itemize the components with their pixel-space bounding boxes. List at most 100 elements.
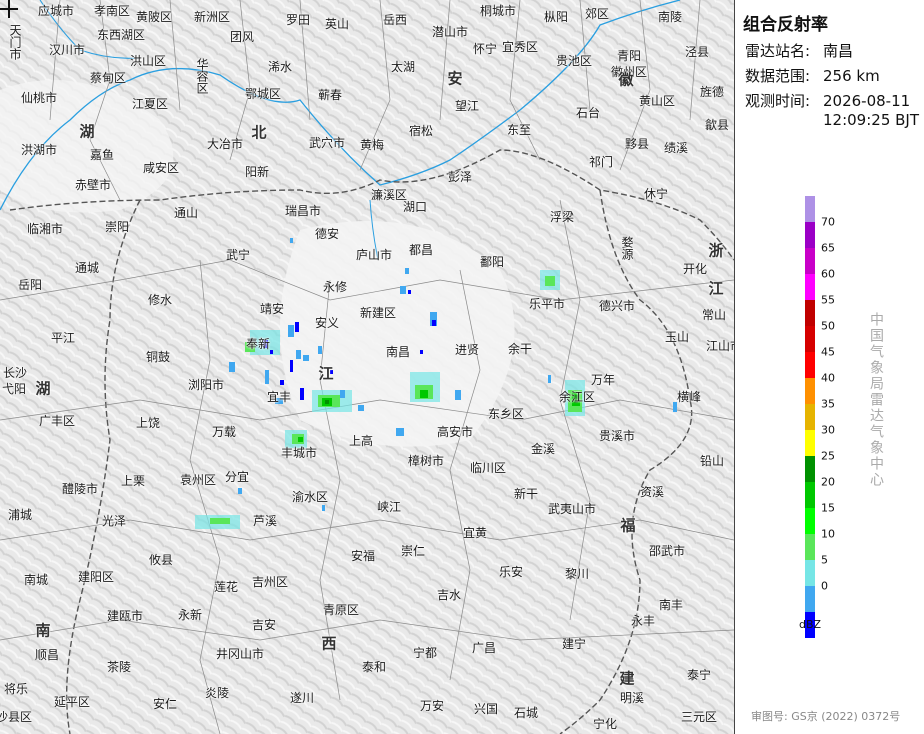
place-label: 宜秀区 <box>501 40 539 54</box>
color-scale-tick-label: 70 <box>821 215 835 229</box>
color-scale-tick-label: 60 <box>821 267 835 281</box>
place-label: 开化 <box>682 262 708 276</box>
place-label: 永新 <box>177 608 203 622</box>
color-scale-tick-label: 0 <box>821 579 828 593</box>
color-scale-unit: dBZ <box>799 618 822 631</box>
place-label: 莲花 <box>213 580 239 594</box>
color-scale-segment <box>805 326 815 352</box>
place-label: 乐平市 <box>528 297 566 311</box>
place-label: 永丰 <box>630 614 656 628</box>
place-label: 泰宁 <box>686 668 712 682</box>
color-scale-tick-label: 45 <box>821 345 835 359</box>
color-scale-tick-label: 55 <box>821 293 835 307</box>
place-label: 青阳 <box>616 49 642 63</box>
place-label: 宁都 <box>412 646 438 660</box>
place-label: 祁门 <box>588 155 614 169</box>
place-label: 通山 <box>173 206 199 220</box>
color-scale-segment <box>805 456 815 482</box>
place-label: 洪山区 <box>129 54 167 68</box>
radar-map[interactable]: 应城市 孝南区 黄陂区 新洲区 罗田 英山 岳西 潜山市 桐城市 枞阳 郊区 南陵 天门市 汉川市 东西湖区… <box>0 0 734 734</box>
place-label: 宁化 <box>592 717 618 731</box>
place-label: 赤壁市 <box>74 178 112 192</box>
place-label: 余干 <box>507 342 533 356</box>
agency-name: 中国气象局雷达气象中心 <box>868 312 884 488</box>
time-label: 观测时间: <box>745 92 811 110</box>
place-label: 应城市 <box>37 4 75 18</box>
place-label: 上高 <box>348 434 374 448</box>
place-label: 蔡甸区 <box>89 71 127 85</box>
color-scale-segment <box>805 222 815 248</box>
place-label: 大冶市 <box>206 137 244 151</box>
province-label: 西 <box>321 634 337 653</box>
color-scale-tick-label: 25 <box>821 449 835 463</box>
place-label: 安福 <box>350 549 376 563</box>
place-label: 东西湖区 <box>96 28 146 42</box>
place-label: 阳新 <box>244 165 270 179</box>
place-label: 铜鼓 <box>145 350 171 364</box>
place-label: 庐山市 <box>355 248 393 262</box>
place-label: 孝南区 <box>93 4 131 18</box>
color-scale-segment <box>805 248 815 274</box>
place-label: 太湖 <box>390 60 416 74</box>
place-label: 广丰区 <box>38 414 76 428</box>
place-label: 遂川 <box>289 691 315 705</box>
place-label: 休宁 <box>643 187 669 201</box>
place-label: 武宁 <box>225 248 251 262</box>
place-label: 安仁 <box>152 697 178 711</box>
place-label: 婺源 <box>620 236 634 260</box>
place-label: 歙县 <box>704 118 730 132</box>
range-label: 数据范围: <box>745 67 811 85</box>
place-label: 都昌 <box>408 243 434 257</box>
place-label: 旌德 <box>699 85 725 99</box>
place-label: 彭泽 <box>447 170 473 184</box>
place-label: 高安市 <box>436 425 474 439</box>
color-scale-tick-label: 5 <box>821 553 828 567</box>
place-label: 新洲区 <box>193 10 231 24</box>
place-label: 乐安 <box>498 565 524 579</box>
place-label: 咸安区 <box>142 161 180 175</box>
place-label: 广昌 <box>471 641 497 655</box>
color-scale-segment <box>805 300 815 326</box>
place-label: 奉新 <box>245 337 271 351</box>
station-value: 南昌 <box>823 42 854 60</box>
place-label: 浮梁 <box>549 210 575 224</box>
place-label: 延平区 <box>53 695 91 709</box>
place-label: 武穴市 <box>308 136 346 150</box>
place-label: 江山市 <box>705 339 734 353</box>
place-label: 崇仁 <box>400 544 426 558</box>
place-label: 金溪 <box>530 442 556 456</box>
place-label: 南城 <box>23 573 49 587</box>
place-label: 洪湖市 <box>20 143 58 157</box>
place-label: 黄山区 <box>638 94 676 108</box>
place-label: 鄂城区 <box>244 87 282 101</box>
province-label: 徽 <box>618 70 634 89</box>
place-label: 浏阳市 <box>187 378 225 392</box>
place-label: 石城 <box>513 706 539 720</box>
place-label: 宜丰 <box>266 390 292 404</box>
color-scale-tick-label: 35 <box>821 397 835 411</box>
place-label: 鄱阳 <box>479 255 505 269</box>
place-label: 万年 <box>590 373 616 387</box>
place-label: 峡江 <box>376 500 402 514</box>
place-label: 罗田 <box>285 13 311 27</box>
color-scale-segment <box>805 274 815 300</box>
place-label: 顺昌 <box>34 648 60 662</box>
place-label: 安义 <box>314 316 340 330</box>
info-panel: 组合反射率 雷达站名: 南昌 数据范围: 256 km 观测时间: 2026-08-1… <box>734 0 924 734</box>
place-label: 三元区 <box>680 710 718 724</box>
place-label: 弋阳 <box>1 382 27 396</box>
color-scale-segment <box>805 378 815 404</box>
place-label: 通城 <box>74 261 100 275</box>
place-label: 德兴市 <box>598 299 636 313</box>
place-label: 渝水区 <box>291 490 329 504</box>
place-label: 绩溪 <box>663 141 689 155</box>
province-label: 湖 <box>79 122 95 141</box>
place-label: 将乐 <box>3 682 29 696</box>
place-label: 余江区 <box>558 390 596 404</box>
place-label: 修水 <box>147 293 173 307</box>
product-title: 组合反射率 <box>743 15 828 35</box>
color-scale-bar <box>805 196 815 638</box>
place-label: 攸县 <box>148 553 174 567</box>
place-label: 岳西 <box>382 13 408 27</box>
place-label: 醴陵市 <box>61 482 99 496</box>
